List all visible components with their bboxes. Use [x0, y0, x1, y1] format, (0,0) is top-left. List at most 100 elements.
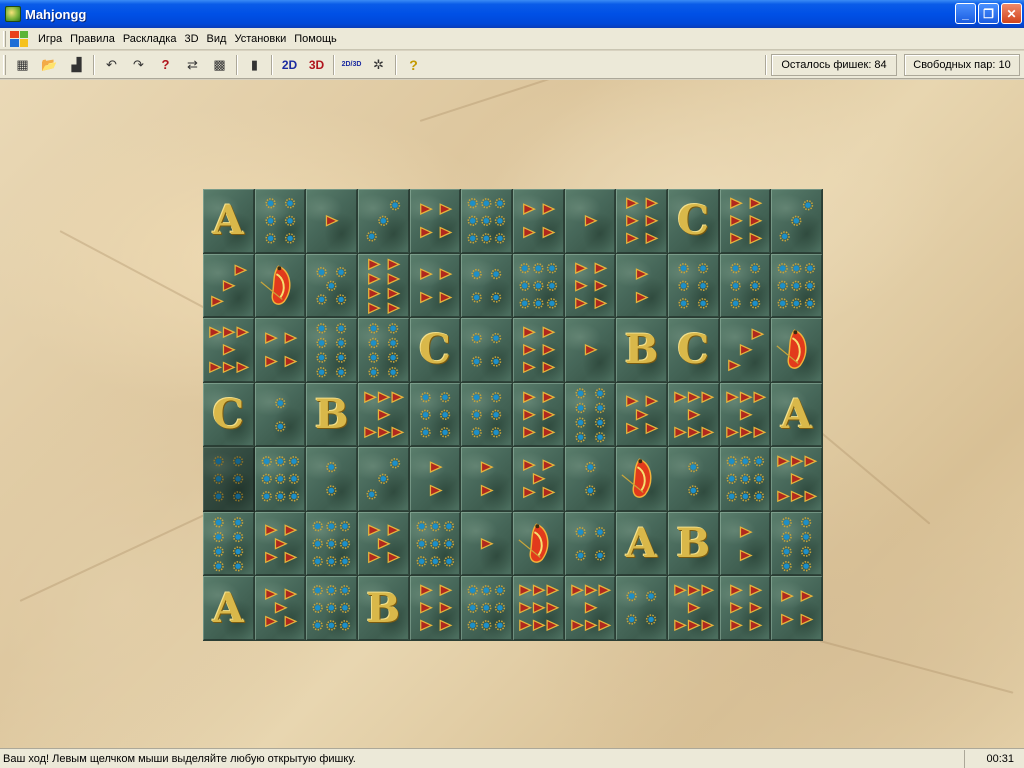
dot-tile-6[interactable]	[409, 382, 462, 448]
dragon-tile-c[interactable]: C	[667, 189, 720, 254]
triangle-tile-1[interactable]	[564, 318, 617, 383]
triangle-tile-7[interactable]	[357, 382, 410, 448]
dragon-tile-b[interactable]: B	[357, 576, 410, 641]
bird-tile[interactable]	[512, 511, 565, 577]
triangle-tile-6[interactable]	[719, 189, 772, 254]
dot-tile-9[interactable]	[306, 576, 358, 641]
view-2d-button[interactable]: 2D	[278, 54, 301, 76]
triangle-tile-2[interactable]	[461, 447, 513, 512]
dot-tile-6[interactable]	[719, 253, 772, 319]
toolbar-grip[interactable]	[3, 54, 6, 75]
dot-tile-9[interactable]	[719, 447, 772, 512]
bird-tile[interactable]	[616, 447, 668, 512]
dragon-tile-b[interactable]: B	[306, 382, 358, 448]
triangle-tile-5[interactable]	[254, 511, 307, 577]
menu-3d[interactable]: 3D	[180, 33, 202, 45]
triangle-tile-6[interactable]	[512, 318, 565, 383]
settings-button[interactable]: ✲	[367, 54, 390, 76]
bird-tile[interactable]	[771, 318, 823, 383]
triangle-tile-5[interactable]	[512, 447, 565, 512]
dot-tile-9[interactable]	[254, 447, 307, 512]
minimize-button[interactable]: _	[955, 3, 976, 24]
triangle-tile-5[interactable]	[616, 382, 668, 448]
dot-tile-9[interactable]	[306, 511, 358, 577]
triangle-tile-4[interactable]	[512, 189, 565, 254]
menu-game[interactable]: Игра	[34, 33, 66, 45]
menu-grip[interactable]	[3, 30, 6, 47]
dot-tile-4[interactable]	[461, 318, 513, 383]
triangle-tile-6[interactable]	[719, 576, 772, 641]
open-button[interactable]: 📂	[38, 54, 61, 76]
dot-tile-4[interactable]	[616, 576, 668, 641]
dragon-tile-a[interactable]: A	[771, 382, 823, 448]
triangle-tile-7[interactable]	[667, 382, 720, 448]
triangle-tile-6[interactable]	[512, 382, 565, 448]
dragon-tile-c[interactable]: C	[667, 318, 720, 383]
dot-tile-6[interactable]	[254, 189, 307, 254]
dot-tile-2[interactable]	[667, 447, 720, 512]
dragon-tile-a[interactable]: A	[203, 189, 255, 254]
dot-tile-6[interactable]	[203, 447, 255, 512]
triangle-tile-2[interactable]	[616, 253, 668, 319]
menu-view[interactable]: Вид	[203, 33, 231, 45]
dot-tile-8[interactable]	[306, 318, 358, 383]
hint-button[interactable]: ?	[154, 54, 177, 76]
dot-tile-3[interactable]	[357, 189, 410, 254]
triangle-tile-3[interactable]	[203, 253, 255, 319]
shuffle-button[interactable]: ⇄	[181, 54, 204, 76]
triangle-tile-7[interactable]	[564, 576, 617, 641]
triangle-tile-6[interactable]	[409, 576, 462, 641]
dot-tile-3[interactable]	[357, 447, 410, 512]
exit-button[interactable]: ▮	[243, 54, 266, 76]
dragon-tile-b[interactable]: B	[667, 511, 720, 577]
dot-tile-9[interactable]	[512, 253, 565, 319]
dot-tile-2[interactable]	[564, 447, 617, 512]
game-area[interactable]: AC CBC CBA ABAB	[0, 80, 1024, 748]
dot-tile-6[interactable]	[667, 253, 720, 319]
redo-button[interactable]: ↷	[127, 54, 150, 76]
triangle-tile-3[interactable]	[719, 318, 772, 383]
triangle-tile-2[interactable]	[409, 447, 462, 512]
triangle-tile-9[interactable]	[512, 576, 565, 641]
triangle-tile-1[interactable]	[306, 189, 358, 254]
menu-layout[interactable]: Раскладка	[119, 33, 181, 45]
close-button[interactable]: ✕	[1001, 3, 1022, 24]
bird-tile[interactable]	[254, 253, 307, 319]
triangle-tile-4[interactable]	[409, 189, 462, 254]
dragon-tile-a[interactable]: A	[203, 576, 255, 641]
triangle-tile-4[interactable]	[771, 576, 823, 641]
dragon-tile-c[interactable]: C	[203, 382, 255, 448]
title-bar[interactable]: Mahjongg _ ❐ ✕	[0, 0, 1024, 28]
dot-tile-6[interactable]	[461, 382, 513, 448]
layout-button[interactable]: ▟	[65, 54, 88, 76]
dot-tile-8[interactable]	[771, 511, 823, 577]
board-button[interactable]: ▩	[208, 54, 231, 76]
dragon-tile-a[interactable]: A	[616, 511, 668, 577]
triangle-tile-1[interactable]	[564, 189, 617, 254]
menu-settings[interactable]: Установки	[230, 33, 290, 45]
menu-rules[interactable]: Правила	[66, 33, 119, 45]
new-game-button[interactable]: ▦	[11, 54, 34, 76]
dot-tile-8[interactable]	[564, 382, 617, 448]
dot-tile-3[interactable]	[771, 189, 823, 254]
restore-button[interactable]: ❐	[978, 3, 999, 24]
dragon-tile-c[interactable]: C	[409, 318, 462, 383]
triangle-tile-4[interactable]	[409, 253, 462, 319]
help-button[interactable]: ?	[402, 54, 425, 76]
dot-tile-2[interactable]	[306, 447, 358, 512]
toggle-2d3d-button[interactable]: 2D/3D	[340, 54, 363, 76]
dot-tile-2[interactable]	[254, 382, 307, 448]
dot-tile-9[interactable]	[771, 253, 823, 319]
triangle-tile-4[interactable]	[254, 318, 307, 383]
triangle-tile-2[interactable]	[719, 511, 772, 577]
dot-tile-9[interactable]	[409, 511, 462, 577]
triangle-tile-1[interactable]	[461, 511, 513, 577]
dot-tile-4[interactable]	[461, 253, 513, 319]
view-3d-button[interactable]: 3D	[305, 54, 328, 76]
triangle-tile-8[interactable]	[357, 253, 410, 319]
triangle-tile-6[interactable]	[564, 253, 617, 319]
triangle-tile-7[interactable]	[771, 447, 823, 512]
dot-tile-9[interactable]	[461, 189, 513, 254]
undo-button[interactable]: ↶	[100, 54, 123, 76]
triangle-tile-7[interactable]	[719, 382, 772, 448]
